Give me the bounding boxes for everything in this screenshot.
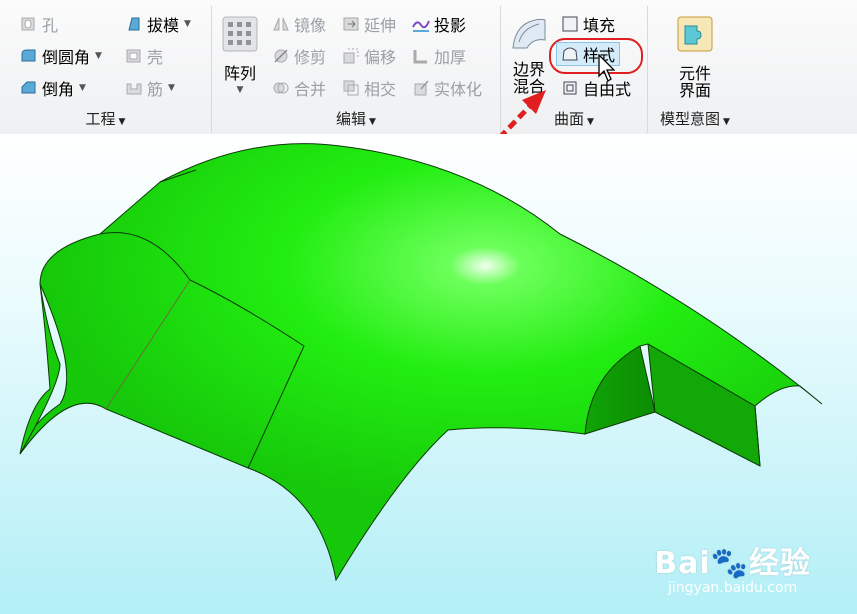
extend-button[interactable]: 延伸 <box>342 12 396 36</box>
engineering-group: 孔 倒圆角 ▼ 倒角 ▼ 拔模 ▼ 壳 筋 ▼ 工程 ▼ <box>0 6 212 133</box>
editing-group-label[interactable]: 编辑 ▼ <box>212 108 500 129</box>
round-button[interactable]: 倒圆角 ▼ <box>20 44 102 68</box>
engineering-group-label[interactable]: 工程 ▼ <box>0 108 211 129</box>
shell-label: 壳 <box>147 48 164 67</box>
hole-icon <box>21 17 35 31</box>
project-label: 投影 <box>434 16 467 35</box>
trim-label: 修剪 <box>294 48 327 67</box>
trim-icon <box>274 49 288 63</box>
hole-button[interactable]: 孔 <box>20 12 58 36</box>
merge-label: 合并 <box>294 80 327 99</box>
intersect-icon <box>343 80 359 96</box>
freestyle-icon <box>563 81 577 95</box>
editing-group: 阵列 ▼ 镜像 修剪 合并 延伸 偏移 相交 投影 加厚 实体化 编辑 ▼ <box>212 6 501 133</box>
intersect-button[interactable]: 相交 <box>342 76 396 100</box>
project-button[interactable]: 投影 <box>412 12 466 36</box>
offset-icon <box>343 48 359 64</box>
round-dropdown-icon[interactable]: ▼ <box>95 51 102 61</box>
mirror-icon <box>273 17 289 31</box>
chamfer-dropdown-icon[interactable]: ▼ <box>79 83 86 93</box>
extend-label: 延伸 <box>364 16 397 35</box>
boundary-blend-icon <box>512 18 546 49</box>
chamfer-icon <box>21 81 36 94</box>
hole-label: 孔 <box>42 16 59 35</box>
paw-icon: 🐾 <box>710 546 749 581</box>
model-intent-group-label[interactable]: 模型意图 ▼ <box>648 108 742 129</box>
extend-icon <box>343 17 359 31</box>
rib-label: 筋 <box>147 80 164 99</box>
baidu-watermark: Bai🐾经验 jingyan.baidu.com <box>654 538 811 596</box>
merge-icon <box>273 82 289 94</box>
rib-icon <box>126 83 142 95</box>
round-label: 倒圆角 <box>42 48 91 67</box>
trim-button[interactable]: 修剪 <box>272 44 326 68</box>
pattern-label: 阵列 <box>223 64 256 83</box>
rib-button[interactable]: 筋 ▼ <box>125 76 175 100</box>
component-interface-button[interactable]: 元件 界面 <box>672 14 718 99</box>
chamfer-button[interactable]: 倒角 ▼ <box>20 76 86 100</box>
pattern-button[interactable]: 阵列 ▼ <box>220 16 260 99</box>
component-interface-icon <box>677 16 713 52</box>
offset-label: 偏移 <box>364 48 397 67</box>
component-interface-label-2: 界面 <box>678 81 711 100</box>
boundary-blend-label-1: 边界 <box>512 60 545 79</box>
model-viewport[interactable]: Bai🐾经验 jingyan.baidu.com <box>0 134 857 614</box>
pattern-icon <box>222 16 258 52</box>
component-interface-label-1: 元件 <box>678 64 711 83</box>
thicken-icon <box>413 50 427 64</box>
draft-button[interactable]: 拔模 ▼ <box>125 12 191 36</box>
chamfer-label: 倒角 <box>42 80 75 99</box>
round-icon <box>21 49 36 62</box>
mirror-label: 镜像 <box>294 16 327 35</box>
draft-label: 拔模 <box>147 16 180 35</box>
model-intent-group: 元件 界面 模型意图 ▼ <box>648 6 742 133</box>
thicken-button[interactable]: 加厚 <box>412 44 466 68</box>
watermark-logo-left: Bai <box>654 546 711 581</box>
fill-button[interactable]: 填充 <box>561 12 615 36</box>
pattern-dropdown-icon[interactable]: ▼ <box>220 82 260 99</box>
thicken-label: 加厚 <box>434 48 467 67</box>
watermark-url: jingyan.baidu.com <box>668 580 798 596</box>
rib-dropdown-icon[interactable]: ▼ <box>168 83 175 93</box>
shell-button[interactable]: 壳 <box>125 44 163 68</box>
intersect-label: 相交 <box>364 80 397 99</box>
offset-button[interactable]: 偏移 <box>342 44 396 68</box>
merge-button[interactable]: 合并 <box>272 76 326 100</box>
style-icon <box>562 47 578 61</box>
shell-icon <box>126 49 141 63</box>
fill-icon <box>562 16 578 32</box>
project-icon <box>412 20 430 32</box>
freestyle-button[interactable]: 自由式 <box>561 76 631 100</box>
fill-label: 填充 <box>583 16 616 35</box>
draft-icon <box>128 17 140 31</box>
solidify-icon <box>414 80 429 96</box>
mirror-button[interactable]: 镜像 <box>272 12 326 36</box>
ribbon-toolbar: 孔 倒圆角 ▼ 倒角 ▼ 拔模 ▼ 壳 筋 ▼ 工程 ▼ 阵列 ▼ 镜像 修剪 … <box>0 0 857 135</box>
watermark-logo-right: 经验 <box>749 546 811 581</box>
draft-dropdown-icon[interactable]: ▼ <box>184 19 191 29</box>
mouse-cursor-icon <box>598 54 615 82</box>
